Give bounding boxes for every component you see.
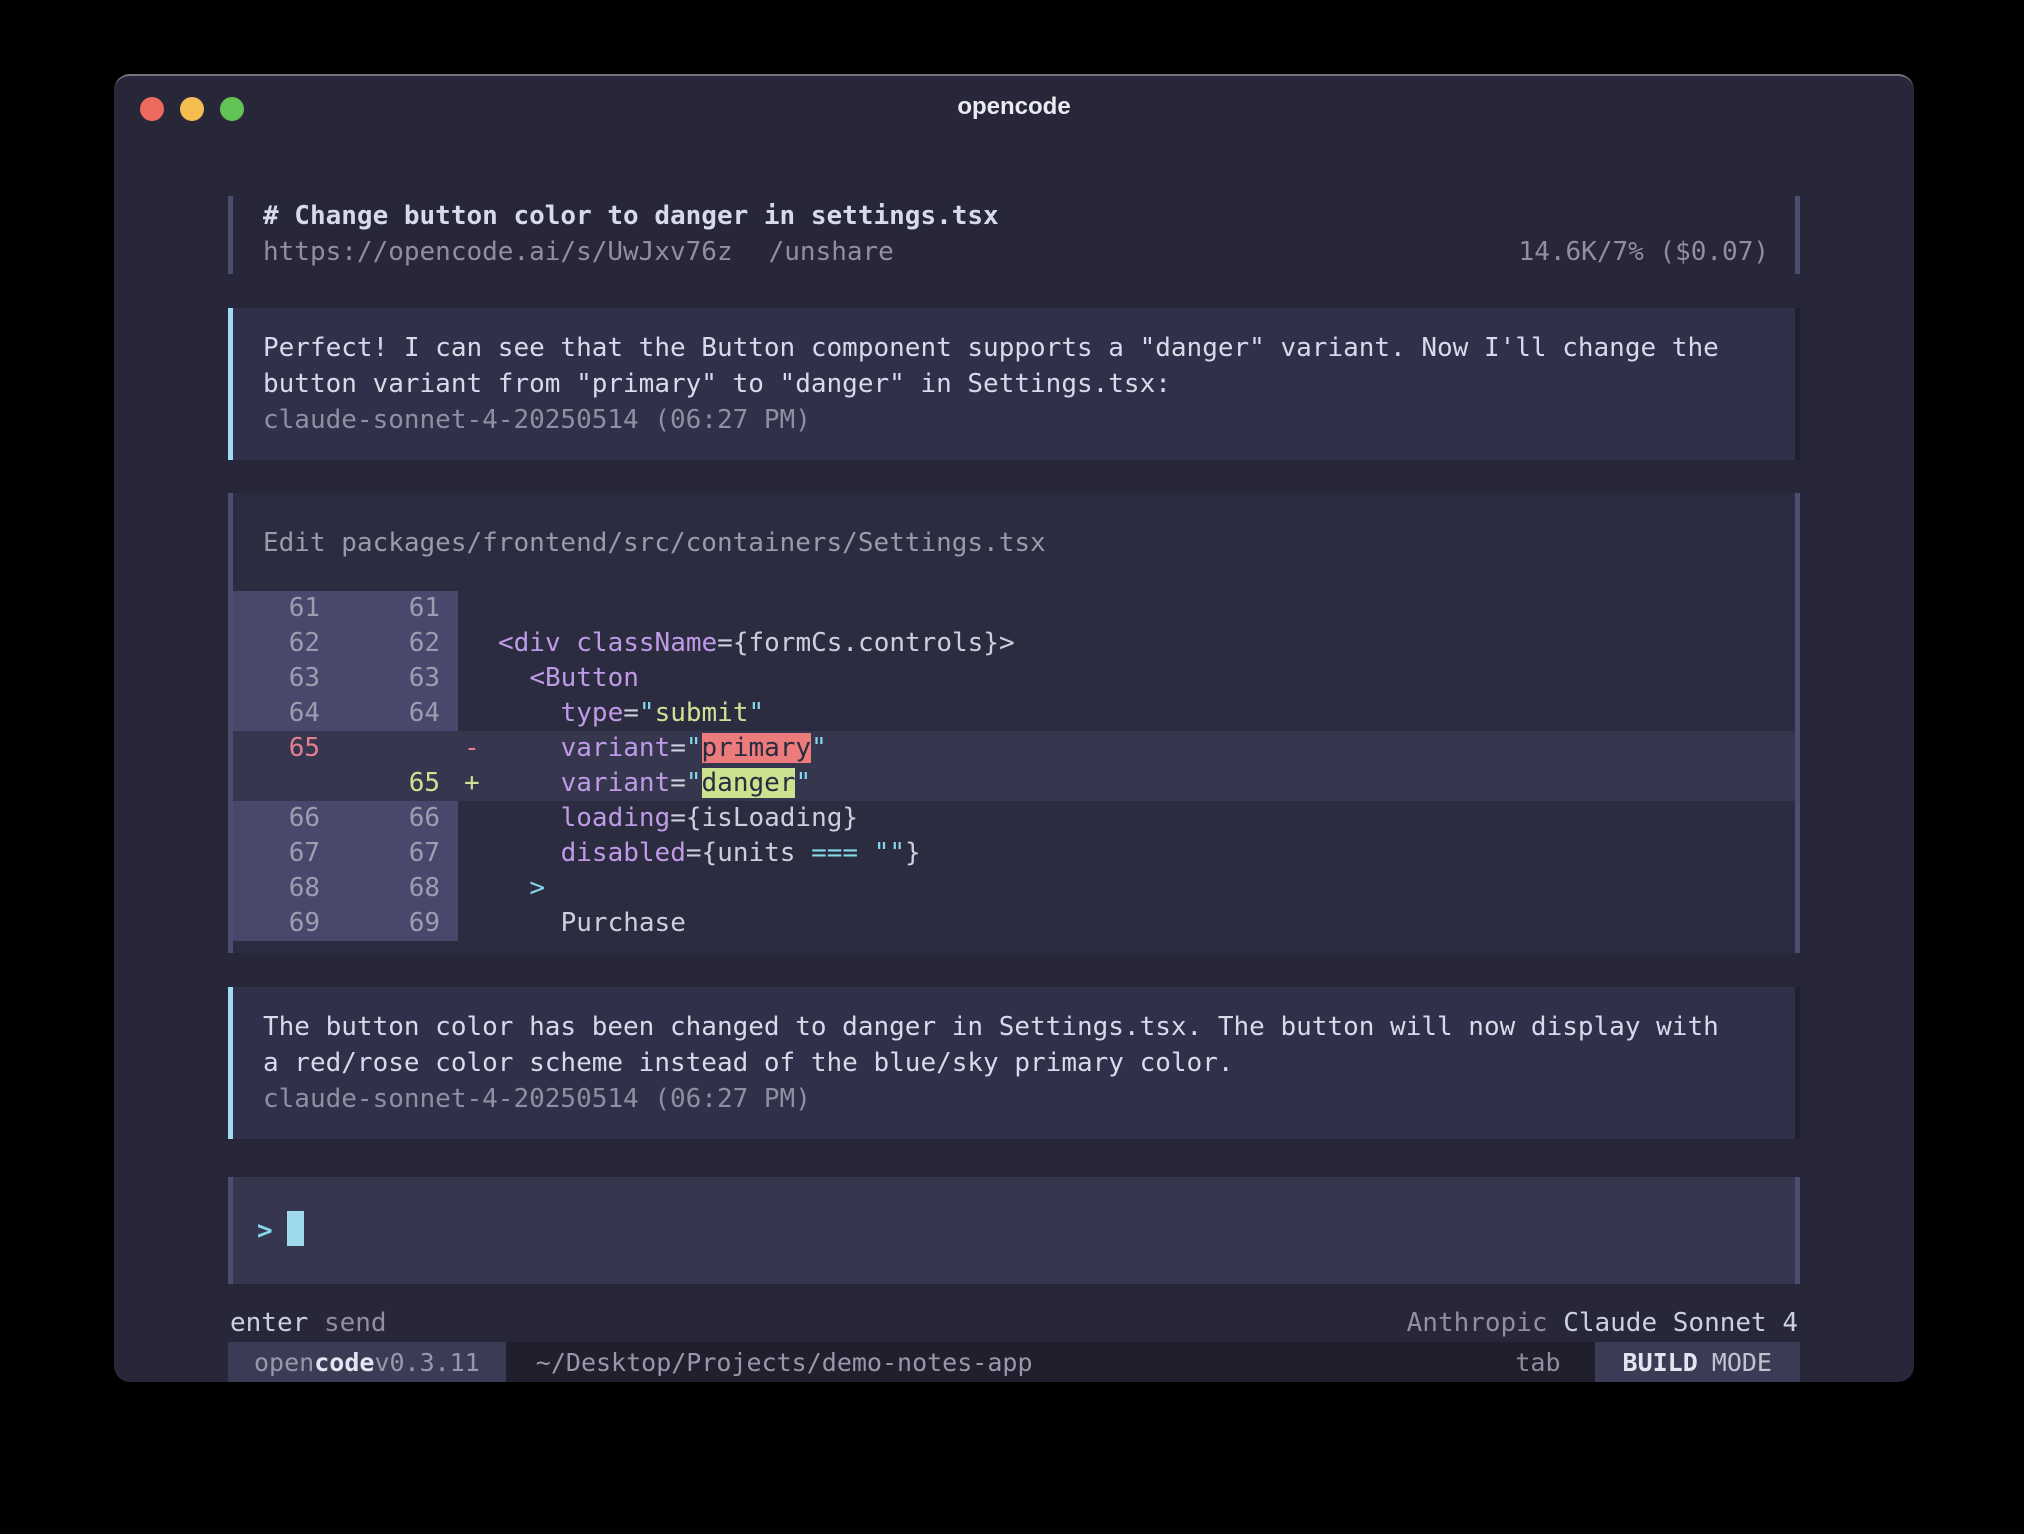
diff-row: 6262 <div className={formCs.controls}> [233, 626, 1795, 661]
token-usage: 14.6K/7% ($0.07) [1519, 234, 1769, 270]
line-number-gutter: 65 [233, 766, 458, 801]
prompt-symbol: > [257, 1216, 273, 1246]
code-line: > [498, 871, 545, 906]
mode-segment: BUILD MODE [1595, 1342, 1800, 1382]
line-number-gutter: 6161 [233, 591, 458, 626]
diff-row: 6161 [233, 591, 1795, 626]
diff-marker [458, 696, 498, 731]
unshare-command[interactable]: /unshare [769, 234, 894, 270]
diff-row: 6969 Purchase [233, 906, 1795, 941]
line-number-gutter: 6666 [233, 801, 458, 836]
code-line: Purchase [498, 906, 686, 941]
diff-marker: + [458, 766, 498, 801]
diff-row: 65- variant="primary" [233, 731, 1795, 766]
edit-file-path: Edit packages/frontend/src/containers/Se… [233, 525, 1795, 561]
message-text: The button color has been changed to dan… [263, 1009, 1769, 1081]
code-line: <Button [498, 661, 639, 696]
diff-row: 6767 disabled={units === ""} [233, 836, 1795, 871]
diff-row: 6666 loading={isLoading} [233, 801, 1795, 836]
diff-row: 6363 <Button [233, 661, 1795, 696]
send-hint: enter send [230, 1306, 387, 1340]
mode-name: BUILD [1623, 1348, 1698, 1377]
working-directory: ~/Desktop/Projects/demo-notes-app [536, 1348, 1033, 1377]
app-version: v0.3.11 [374, 1348, 479, 1377]
text-cursor [287, 1211, 304, 1246]
window-title: opencode [114, 93, 1914, 121]
diff-row: 6868 > [233, 871, 1795, 906]
model-indicator: Anthropic Claude Sonnet 4 [1407, 1306, 1798, 1340]
diff-marker: - [458, 731, 498, 766]
line-number-gutter: 6868 [233, 871, 458, 906]
message-meta: claude-sonnet-4-20250514 (06:27 PM) [263, 1081, 1769, 1117]
code-line: loading={isLoading} [498, 801, 858, 836]
code-line: <div className={formCs.controls}> [498, 626, 1015, 661]
diff-marker [458, 591, 498, 626]
opencode-window: opencode # Change button color to danger… [114, 74, 1914, 1382]
line-number-gutter: 6464 [233, 696, 458, 731]
line-number-gutter: 6262 [233, 626, 458, 661]
content: # Change button color to danger in setti… [114, 140, 1914, 1382]
tab-key-hint: tab [1515, 1348, 1560, 1377]
diff-row: 6464 type="submit" [233, 696, 1795, 731]
code-line: disabled={units === ""} [498, 836, 921, 871]
diff-row: 65+ variant="danger" [233, 766, 1795, 801]
session-title: # Change button color to danger in setti… [263, 198, 1769, 234]
diff-marker [458, 906, 498, 941]
status-bar: opencode v0.3.11 ~/Desktop/Projects/demo… [228, 1342, 1800, 1382]
diff-marker [458, 626, 498, 661]
titlebar: opencode [114, 76, 1914, 140]
diff-marker [458, 661, 498, 696]
code-line: type="submit" [498, 696, 764, 731]
app-name-bold: code [314, 1348, 374, 1377]
line-number-gutter: 6969 [233, 906, 458, 941]
session-header: # Change button color to danger in setti… [228, 196, 1800, 274]
line-number-gutter: 6363 [233, 661, 458, 696]
app-version-segment: opencode v0.3.11 [228, 1342, 506, 1382]
app-name-dim: open [254, 1348, 314, 1377]
prompt-input[interactable]: > [228, 1177, 1800, 1284]
code-line: variant="primary" [498, 731, 827, 766]
diff-marker [458, 871, 498, 906]
share-url[interactable]: https://opencode.ai/s/UwJxv76z [263, 234, 733, 270]
diff-rows: 61616262 <div className={formCs.controls}… [233, 591, 1795, 941]
assistant-message: Perfect! I can see that the Button compo… [228, 308, 1800, 460]
assistant-message: The button color has been changed to dan… [228, 987, 1800, 1139]
hint-row: enter send Anthropic Claude Sonnet 4 [228, 1306, 1800, 1340]
code-line: variant="danger" [498, 766, 811, 801]
message-meta: claude-sonnet-4-20250514 (06:27 PM) [263, 402, 1769, 438]
message-text: Perfect! I can see that the Button compo… [263, 330, 1769, 402]
diff-marker [458, 801, 498, 836]
diff-marker [458, 836, 498, 871]
line-number-gutter: 65 [233, 731, 458, 766]
edit-tool-block: Edit packages/frontend/src/containers/Se… [228, 493, 1800, 953]
line-number-gutter: 6767 [233, 836, 458, 871]
mode-label: MODE [1712, 1348, 1772, 1377]
